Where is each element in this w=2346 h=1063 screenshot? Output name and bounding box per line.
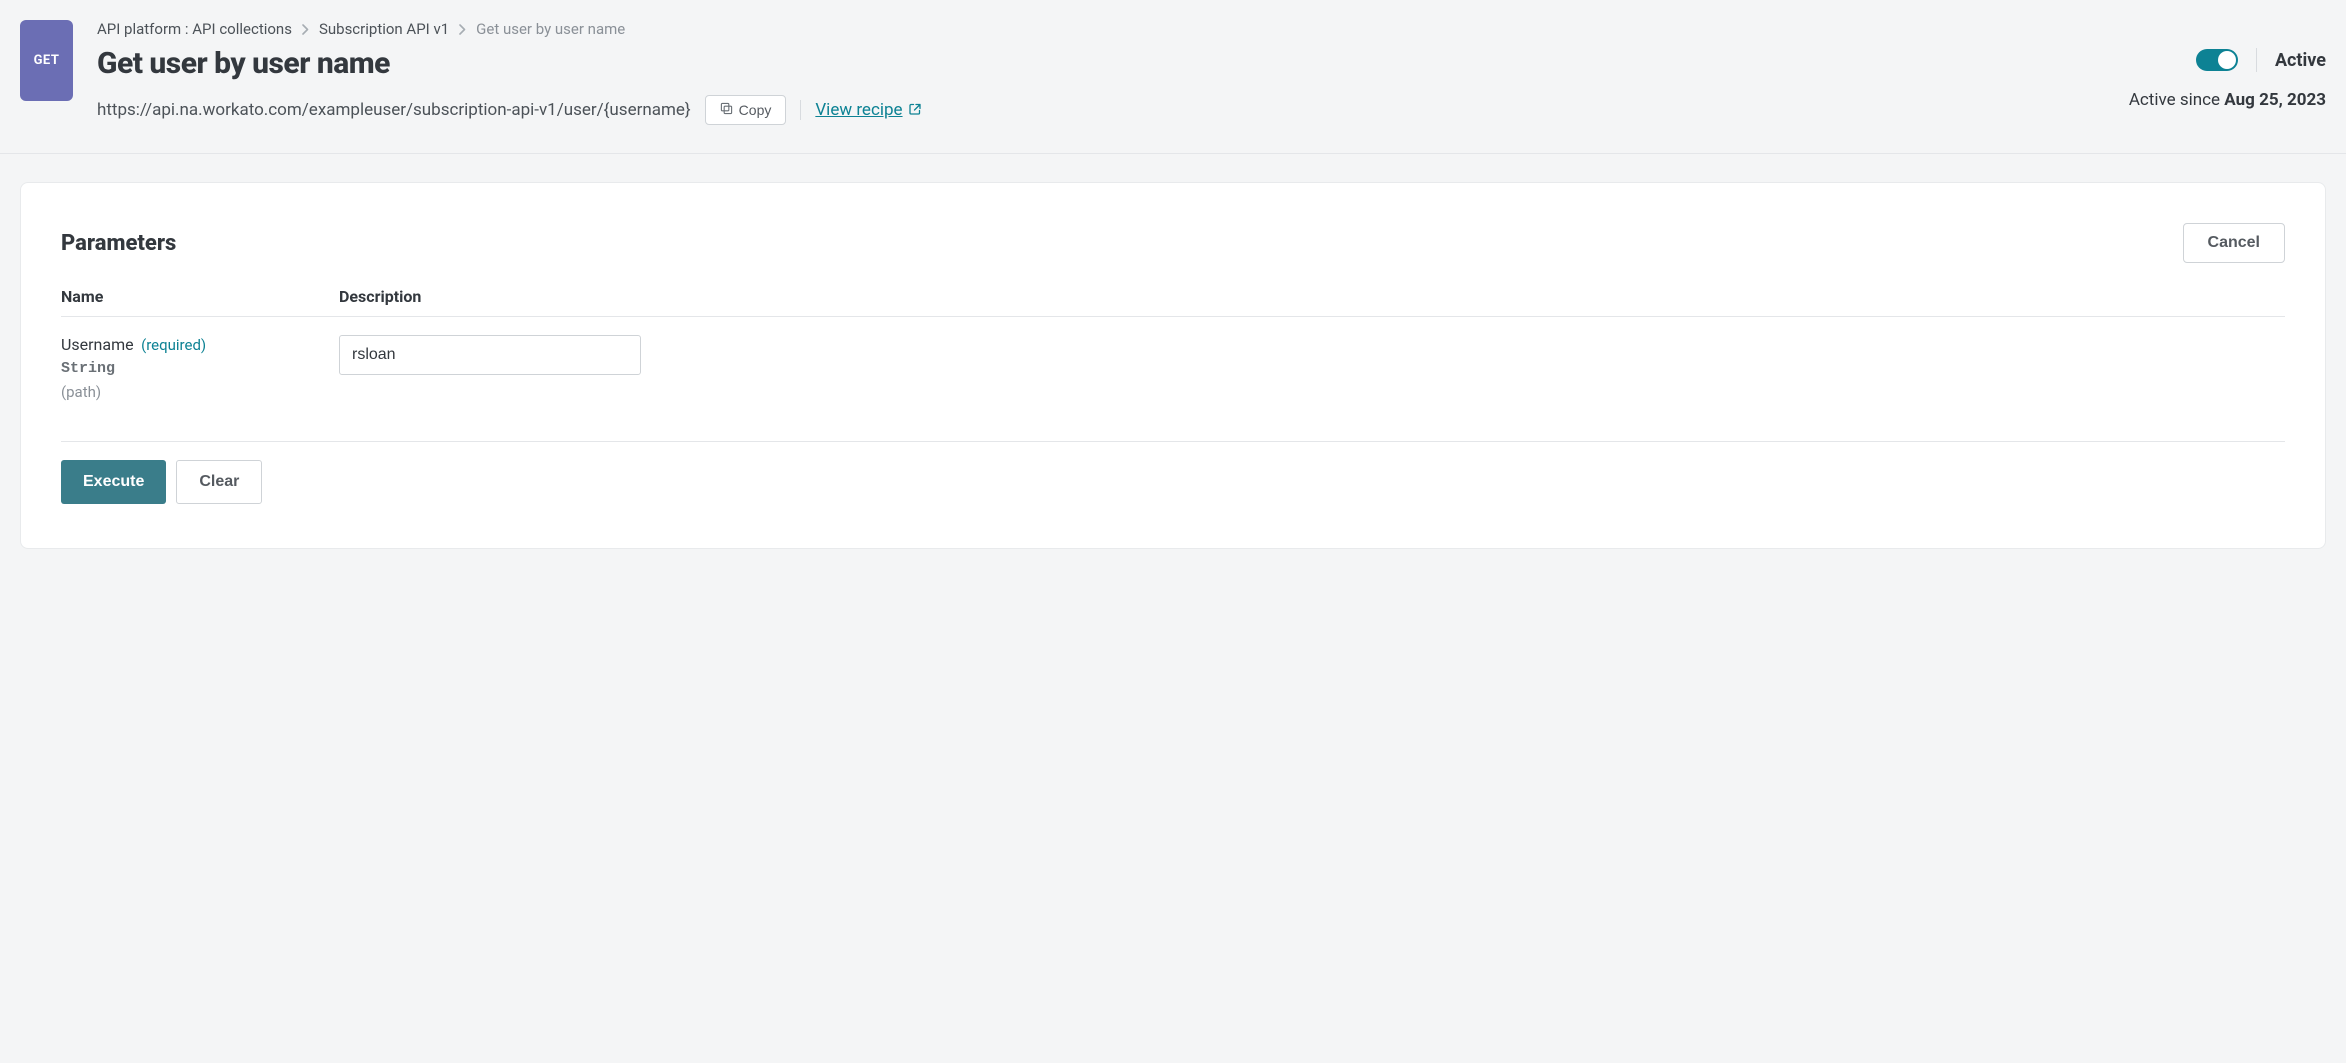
endpoint-url-row: https://api.na.workato.com/exampleuser/s… <box>97 95 2129 125</box>
breadcrumb-current: Get user by user name <box>476 20 625 38</box>
chevron-right-icon <box>302 24 309 35</box>
external-link-icon <box>909 100 921 120</box>
column-header-name: Name <box>61 287 339 306</box>
view-recipe-label: View recipe <box>815 100 902 120</box>
vertical-divider <box>800 100 801 120</box>
status-label: Active <box>2275 50 2326 71</box>
breadcrumb-collection[interactable]: Subscription API v1 <box>319 20 449 38</box>
parameters-title: Parameters <box>61 231 176 256</box>
copy-button[interactable]: Copy <box>705 95 787 125</box>
breadcrumb: API platform : API collections Subscript… <box>97 20 2129 38</box>
parameters-table: Name Description Username (required) Str… <box>61 287 2285 442</box>
execute-button[interactable]: Execute <box>61 460 166 504</box>
active-since: Active since Aug 25, 2023 <box>2129 90 2326 110</box>
vertical-divider <box>2256 48 2257 72</box>
column-header-description: Description <box>339 287 2285 306</box>
param-required-badge: (required) <box>141 336 206 354</box>
cancel-button[interactable]: Cancel <box>2183 223 2285 263</box>
page-title: Get user by user name <box>97 46 2129 81</box>
copy-label: Copy <box>739 102 772 118</box>
param-in: (path) <box>61 383 339 401</box>
param-type: String <box>61 360 339 377</box>
copy-icon <box>720 102 733 118</box>
view-recipe-link[interactable]: View recipe <box>815 100 920 120</box>
active-toggle[interactable] <box>2196 49 2238 71</box>
chevron-right-icon <box>459 24 466 35</box>
clear-button[interactable]: Clear <box>176 460 262 504</box>
param-value-input[interactable] <box>339 335 641 375</box>
parameters-card: Parameters Cancel Name Description Usern… <box>20 182 2326 549</box>
http-method-badge: GET <box>20 20 73 101</box>
param-name: Username <box>61 335 134 354</box>
status-row: Active <box>2196 48 2326 72</box>
parameter-row: Username (required) String (path) <box>61 317 2285 442</box>
breadcrumb-root[interactable]: API platform : API collections <box>97 20 292 38</box>
page-header: GET API platform : API collections Subsc… <box>0 20 2346 154</box>
active-since-prefix: Active since <box>2129 90 2224 110</box>
endpoint-url: https://api.na.workato.com/exampleuser/s… <box>97 100 691 120</box>
active-since-date: Aug 25, 2023 <box>2224 90 2326 110</box>
